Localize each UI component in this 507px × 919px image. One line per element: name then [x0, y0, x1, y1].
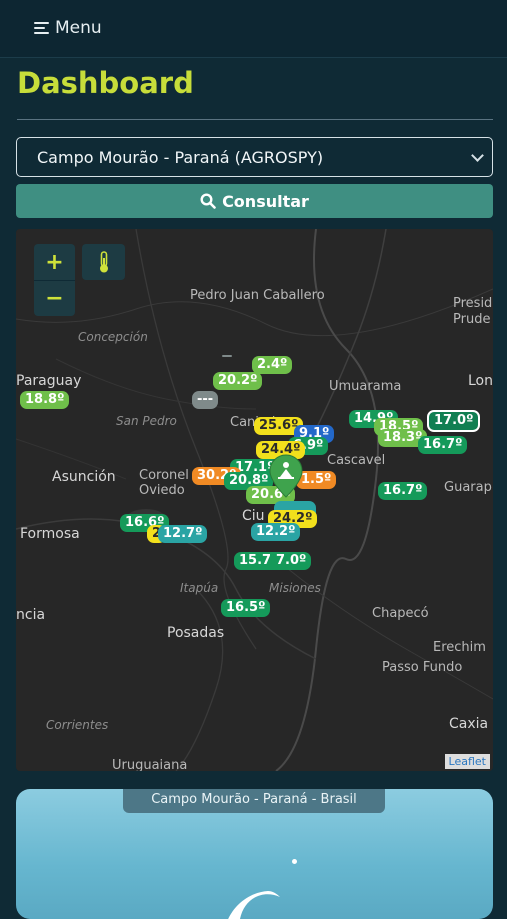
place-label: Erechim [433, 640, 486, 655]
place-label: Paraguay [16, 373, 82, 389]
station-marker[interactable] [222, 355, 232, 357]
page-title: Dashboard [17, 66, 194, 100]
place-label: Pedro Juan Caballero [190, 288, 325, 303]
station-marker[interactable]: 2.4º [252, 356, 293, 374]
place-label: Ciu [242, 508, 265, 524]
place-label: Cascavel [327, 453, 386, 468]
weather-map[interactable]: + − Pedro Juan Caballero Concepción Para… [16, 229, 493, 771]
station-select[interactable]: Campo Mourão - Paraná (AGROSPY) [16, 137, 493, 177]
station-select-value: Campo Mourão - Paraná (AGROSPY) [37, 148, 324, 167]
weather-card-location: Campo Mourão - Paraná - Brasil [123, 789, 385, 813]
station-marker[interactable]: 18.8º [20, 391, 70, 409]
place-label: Concepción [78, 330, 148, 344]
chevron-down-icon [471, 149, 484, 162]
selected-location-pin-icon[interactable] [268, 453, 304, 499]
station-marker[interactable]: 16.7º [418, 436, 468, 454]
station-marker[interactable]: 12.2º [251, 523, 301, 541]
place-label: Uruguaiana [112, 758, 188, 771]
place-label: Guarap [444, 480, 492, 495]
menu-label: Menu [55, 18, 102, 38]
place-label: Umuarama [329, 379, 402, 394]
place-label: Coronel Oviedo [139, 468, 189, 498]
station-marker[interactable]: 20.2º [213, 372, 263, 390]
place-label: Presid Prude [453, 296, 493, 327]
place-label: San Pedro [116, 414, 177, 428]
place-label: Passo Fundo [382, 660, 463, 675]
station-marker[interactable]: 7.0º [271, 552, 312, 570]
station-marker[interactable]: 12.7º [158, 525, 208, 543]
title-divider [17, 119, 493, 120]
station-marker[interactable]: 16.7º [378, 482, 428, 500]
zoom-control: + − [34, 244, 75, 316]
station-marker[interactable]: 16.5º [221, 599, 271, 617]
station-marker[interactable]: 17.0º [427, 410, 481, 432]
place-label: Asunción [52, 469, 116, 485]
thermometer-icon [99, 251, 108, 273]
temperature-layer-button[interactable] [82, 244, 125, 280]
place-label: Chapecó [372, 606, 429, 621]
place-label: Lon [468, 373, 493, 389]
moon-icon [228, 891, 280, 919]
hamburger-icon [34, 21, 49, 35]
leaflet-attribution-link[interactable]: Leaflet [444, 754, 490, 769]
station-marker[interactable]: --- [192, 391, 219, 409]
place-label: Corrientes [46, 718, 109, 732]
top-navbar: Menu [0, 0, 507, 58]
menu-button[interactable]: Menu [34, 18, 102, 38]
place-label: Formosa [20, 526, 80, 542]
place-label: Posadas [167, 625, 225, 641]
search-button-label: Consultar [222, 191, 309, 211]
star-icon [292, 859, 297, 864]
place-label: Caxia [449, 716, 489, 732]
place-label: ncia [16, 607, 46, 623]
place-label: Itapúa [180, 581, 219, 595]
search-button[interactable]: Consultar [16, 184, 493, 218]
zoom-in-button[interactable]: + [34, 244, 75, 280]
zoom-out-button[interactable]: − [34, 280, 75, 316]
search-icon [200, 193, 216, 209]
place-label: Misiones [269, 581, 321, 595]
